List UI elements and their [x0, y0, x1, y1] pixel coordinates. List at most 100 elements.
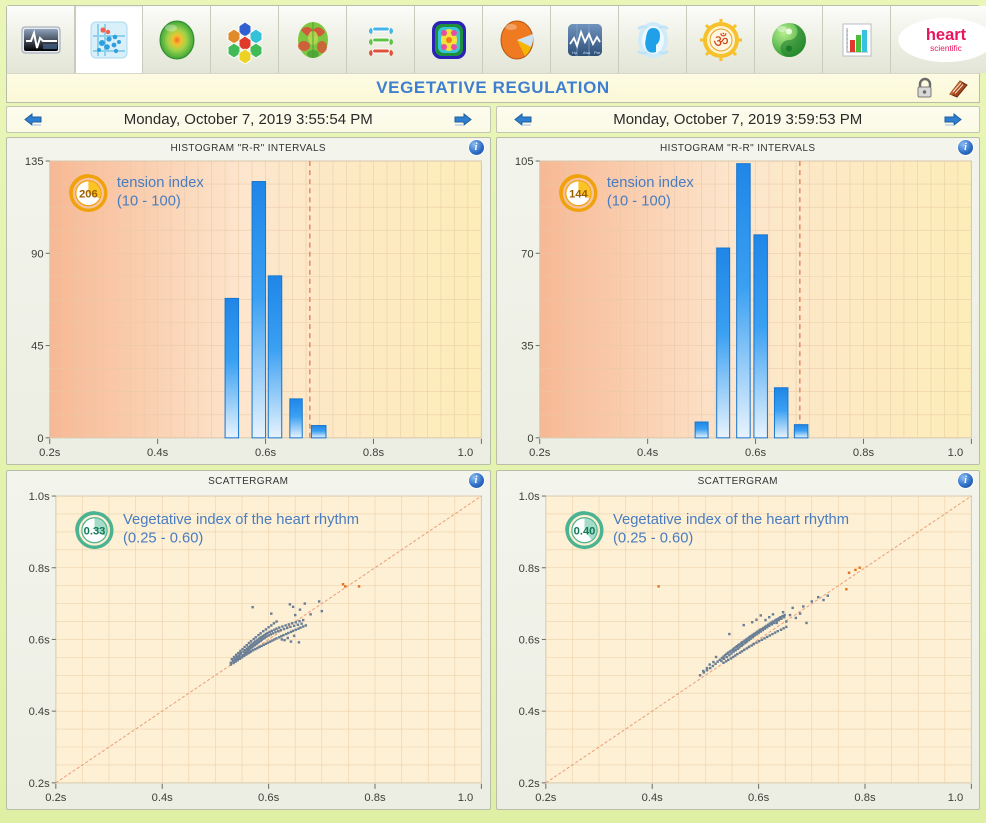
svg-text:0.2s: 0.2s: [518, 778, 540, 790]
ecg-signal-icon: [17, 16, 65, 64]
svg-text:Ana: Ana: [583, 50, 591, 55]
svg-text:0.8s: 0.8s: [852, 447, 874, 459]
svg-text:0.2s: 0.2s: [29, 778, 51, 790]
module-toolbar: Hy Ana Par ॐ heart scientific: [6, 5, 986, 74]
svg-text:0: 0: [527, 433, 533, 445]
application-window: Hy Ana Par ॐ heart scientific VEGETATIVE…: [0, 0, 986, 823]
svg-text:0.6s: 0.6s: [255, 447, 277, 459]
prev-session-arrow-left[interactable]: [23, 112, 43, 127]
toolbar-item-biofield[interactable]: [415, 6, 483, 73]
scatter-analysis-icon: [85, 16, 133, 64]
toolbar-item-reports[interactable]: [823, 6, 891, 73]
charts-area: HISTOGRAM "R-R" INTERVALS i 0 45 90 135 0.2s…: [6, 137, 980, 810]
svg-text:1.0s: 1.0s: [518, 491, 540, 503]
svg-text:206: 206: [79, 188, 98, 200]
page-title: VEGETATIVE REGULATION: [376, 78, 610, 97]
toolbar-item-psycho-emotional[interactable]: [619, 6, 687, 73]
svg-text:0.2s: 0.2s: [535, 792, 557, 804]
svg-text:Par: Par: [594, 50, 601, 55]
biofield-icon: [425, 16, 473, 64]
histogram-panel-title-left: HISTOGRAM "R-R" INTERVALS: [170, 143, 326, 154]
svg-text:0.6s: 0.6s: [744, 447, 766, 459]
svg-text:0.33: 0.33: [84, 525, 106, 537]
svg-text:(0.25 - 0.60): (0.25 - 0.60): [123, 530, 203, 546]
toolbar-item-spine[interactable]: [347, 6, 415, 73]
svg-text:(10 - 100): (10 - 100): [606, 193, 670, 209]
toolbar-item-yin-yang[interactable]: [755, 6, 823, 73]
toolbar-item-chakra-map[interactable]: [211, 6, 279, 73]
svg-text:tension index: tension index: [606, 175, 694, 191]
session-column-left: HISTOGRAM "R-R" INTERVALS i 0 45 90 135 0.2s…: [6, 137, 491, 810]
svg-text:35: 35: [521, 341, 533, 353]
svg-text:90: 90: [31, 248, 43, 260]
toolbar-item-aura-energy[interactable]: [143, 6, 211, 73]
info-icon-histogram-left[interactable]: i: [468, 140, 484, 155]
svg-text:scientific: scientific: [930, 44, 962, 53]
bar-report-icon: [833, 16, 881, 64]
svg-text:0.2s: 0.2s: [39, 447, 61, 459]
svg-text:ॐ: ॐ: [713, 32, 729, 52]
pie-balance-icon: [493, 16, 541, 64]
svg-text:0: 0: [37, 433, 43, 445]
svg-text:0.8s: 0.8s: [29, 563, 51, 575]
svg-text:0.2s: 0.2s: [529, 447, 551, 459]
svg-text:0.6s: 0.6s: [748, 792, 770, 804]
chakra-hex-icon: [221, 16, 269, 65]
om-chakra-icon: ॐ: [697, 16, 745, 64]
toolbar-item-brain-map[interactable]: [279, 6, 347, 73]
svg-text:0.6s: 0.6s: [258, 792, 280, 804]
svg-text:1.0: 1.0: [947, 792, 963, 804]
histogram-panel-title-right: HISTOGRAM "R-R" INTERVALS: [660, 143, 816, 154]
session-date-bars: Monday, October 7, 2019 3:55:54 PM Monda…: [6, 106, 980, 133]
histogram-panel-left: HISTOGRAM "R-R" INTERVALS i 0 45 90 135 0.2s…: [6, 137, 491, 465]
svg-text:135: 135: [25, 157, 44, 168]
histogram-panel-right: HISTOGRAM "R-R" INTERVALS i 0 35 70 105 0.2s…: [495, 137, 980, 465]
lock-icon[interactable]: [915, 77, 935, 104]
scattergram-panel-title-right: SCATTERGRAM: [697, 476, 778, 487]
toolbar-item-vegetative-regulation[interactable]: [75, 6, 143, 74]
svg-text:144: 144: [569, 188, 588, 200]
toolbar-item-balance-pie[interactable]: [483, 6, 551, 73]
info-icon-scattergram-left[interactable]: i: [468, 473, 484, 488]
svg-text:1.0s: 1.0s: [29, 491, 51, 503]
svg-text:0.4s: 0.4s: [147, 447, 169, 459]
session-date-left: Monday, October 7, 2019 3:55:54 PM: [123, 111, 373, 128]
svg-text:Vegetative index of the heart: Vegetative index of the heart rhythm: [123, 512, 359, 528]
svg-text:0.6s: 0.6s: [29, 635, 51, 647]
svg-text:0.4s: 0.4s: [152, 792, 174, 804]
scattergram-panel-title-left: SCATTERGRAM: [208, 476, 289, 487]
svg-text:70: 70: [521, 248, 533, 260]
trend-graph-icon: Hy Ana Par: [561, 16, 609, 64]
svg-text:(0.25 - 0.60): (0.25 - 0.60): [613, 530, 693, 546]
psycho-head-icon: [629, 16, 677, 64]
next-session-arrow-right[interactable]: [943, 112, 963, 127]
info-icon-histogram-right[interactable]: i: [958, 140, 973, 155]
svg-text:1.0: 1.0: [458, 447, 474, 459]
toolbar-item-trends[interactable]: Hy Ana Par: [551, 6, 619, 73]
page-title-bar: VEGETATIVE REGULATION: [6, 73, 980, 103]
svg-text:0.4s: 0.4s: [29, 706, 51, 718]
svg-text:0.8s: 0.8s: [364, 792, 386, 804]
scattergram-panel-right: SCATTERGRAM i 0.2s 0.4s 0.6s 0.8s 1.0s 0.2s 0.…: [495, 470, 980, 810]
svg-text:Hy: Hy: [572, 50, 577, 55]
svg-text:0.4s: 0.4s: [518, 706, 540, 718]
svg-text:0.6s: 0.6s: [518, 635, 540, 647]
spine-icon: [357, 16, 405, 64]
svg-text:1.0: 1.0: [458, 792, 474, 804]
prev-session-arrow-right[interactable]: [513, 112, 533, 127]
aura-energy-icon: [153, 16, 201, 64]
next-session-arrow-left[interactable]: [453, 112, 473, 127]
toolbar-item-om-chakra[interactable]: ॐ: [687, 6, 755, 73]
svg-text:Vegetative index of the heart: Vegetative index of the heart rhythm: [613, 512, 849, 528]
svg-text:tension index: tension index: [117, 175, 205, 191]
svg-text:0.8s: 0.8s: [854, 792, 876, 804]
yin-yang-icon: [765, 16, 813, 64]
info-icon-scattergram-right[interactable]: i: [958, 473, 973, 488]
toolbar-item-ecg-signal[interactable]: [7, 6, 75, 73]
svg-text:45: 45: [31, 341, 43, 353]
brain-map-icon: [289, 16, 337, 64]
svg-text:0.4s: 0.4s: [637, 447, 659, 459]
svg-text:heart: heart: [926, 26, 967, 44]
book-icon[interactable]: [947, 77, 969, 104]
svg-text:0.4s: 0.4s: [641, 792, 663, 804]
